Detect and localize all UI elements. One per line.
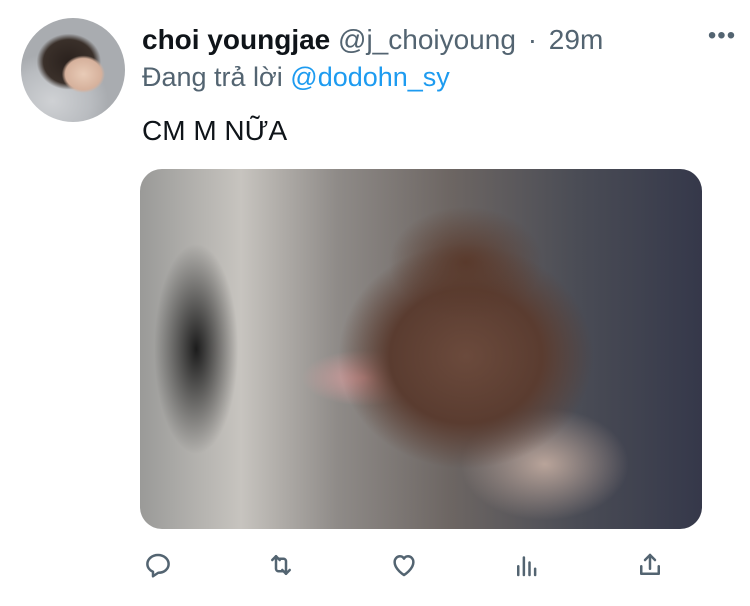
separator-dot: ·	[527, 24, 538, 55]
action-bar	[134, 541, 674, 589]
reply-icon	[146, 553, 170, 578]
avatar[interactable]	[21, 18, 125, 122]
share-icon	[640, 553, 660, 575]
timestamp[interactable]: 29m	[549, 24, 603, 55]
tweet-media-image[interactable]	[140, 169, 702, 529]
analytics-icon	[517, 556, 537, 577]
like-button[interactable]	[380, 541, 428, 589]
tweet[interactable]: choi youngjae @j_choiyoung · 29m ••• Đan…	[0, 0, 750, 606]
like-icon	[393, 555, 415, 577]
more-options-icon[interactable]: •••	[704, 24, 740, 50]
tweet-text: CM M NỮA	[142, 115, 288, 146]
analytics-button[interactable]	[503, 541, 551, 589]
retweet-icon	[271, 555, 291, 575]
reply-button[interactable]	[134, 541, 182, 589]
reply-to-link[interactable]: @dodohn_sy	[290, 62, 450, 92]
display-name[interactable]: choi youngjae	[142, 24, 330, 55]
replying-to: Đang trả lời @dodohn_sy	[142, 60, 450, 94]
retweet-button[interactable]	[257, 541, 305, 589]
user-handle[interactable]: @j_choiyoung	[338, 24, 516, 55]
share-button[interactable]	[626, 541, 674, 589]
reply-prefix: Đang trả lời	[142, 62, 283, 92]
tweet-header: choi youngjae @j_choiyoung · 29m	[142, 22, 730, 58]
